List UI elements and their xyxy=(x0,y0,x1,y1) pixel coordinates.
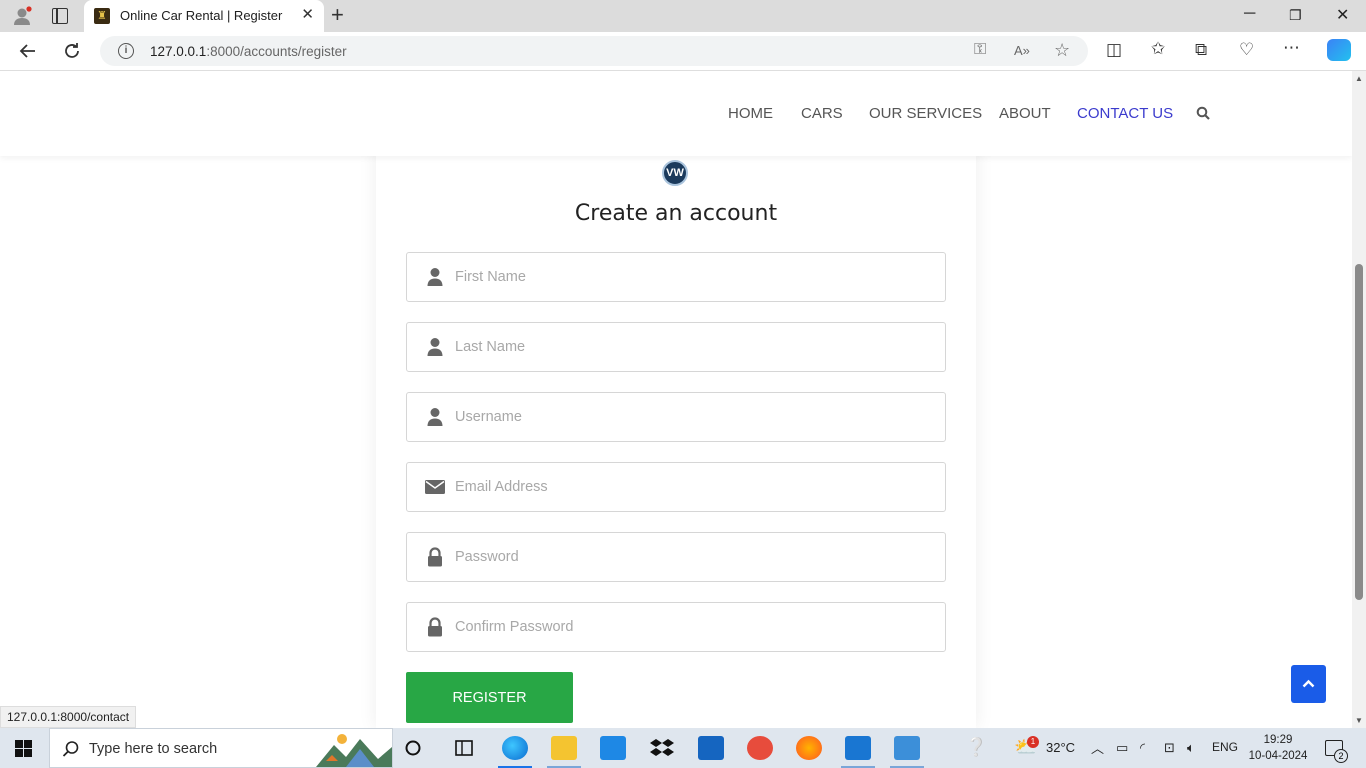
refresh-icon[interactable] xyxy=(62,41,82,61)
firefox-icon[interactable] xyxy=(796,736,822,760)
temperature-text[interactable]: 32°C xyxy=(1046,740,1075,755)
device-icon[interactable]: ⊡ xyxy=(1164,740,1175,756)
dropbox-icon[interactable] xyxy=(649,736,675,760)
envelope-icon xyxy=(425,480,445,494)
form-title: Create an account xyxy=(574,201,778,226)
read-aloud-icon[interactable]: A» xyxy=(1014,43,1030,58)
nav-our-services[interactable]: OUR SERVICES xyxy=(869,105,982,122)
nav-home[interactable]: HOME xyxy=(728,105,773,122)
browser-essentials-icon[interactable]: ♡ xyxy=(1239,40,1254,60)
page-viewport: HOME CARS OUR SERVICES ABOUT CONTACT US … xyxy=(0,71,1352,728)
brand-logo: VW xyxy=(662,160,688,186)
site-favicon-icon: ♜ xyxy=(94,8,110,24)
chevron-up-icon[interactable]: ︿ xyxy=(1091,738,1104,757)
user-icon xyxy=(427,268,443,286)
favorite-star-icon[interactable]: ☆ xyxy=(1054,40,1070,61)
edge-app-icon[interactable] xyxy=(502,736,528,760)
url-text[interactable]: 127.0.0.1:8000/accounts/register xyxy=(150,44,347,59)
window-close-icon[interactable]: ✕ xyxy=(1336,5,1349,25)
email-field[interactable] xyxy=(406,462,946,512)
lock-icon xyxy=(428,617,442,637)
browser-tab-bar: ♜ Online Car Rental | Register ✕ + ─ ❐ ✕ xyxy=(0,0,1366,32)
cortana-icon[interactable] xyxy=(404,739,422,757)
page-scrollbar[interactable]: ▲ ▼ xyxy=(1352,71,1366,728)
more-menu-icon[interactable]: ⋯ xyxy=(1283,38,1300,58)
help-icon[interactable]: ❔ xyxy=(965,737,987,758)
battery-icon[interactable]: ▭ xyxy=(1116,740,1128,756)
profile-icon[interactable] xyxy=(12,6,32,26)
last-name-field[interactable] xyxy=(406,322,946,372)
scroll-up-icon[interactable]: ▲ xyxy=(1355,74,1363,83)
search-icon xyxy=(62,741,79,757)
new-tab-button[interactable]: + xyxy=(331,3,344,27)
copilot-icon[interactable] xyxy=(1327,39,1351,61)
address-toolbar: i 127.0.0.1:8000/accounts/register ⚿ A» … xyxy=(0,32,1366,71)
taskbar-search-box[interactable]: Type here to search xyxy=(49,728,393,768)
clock-time: 19:29 xyxy=(1263,734,1293,746)
collections-icon[interactable]: ⧉ xyxy=(1195,40,1207,60)
clock-date: 10-04-2024 xyxy=(1248,750,1308,762)
notification-count-badge: 2 xyxy=(1334,749,1348,763)
vscode-icon[interactable] xyxy=(845,736,871,760)
password-input[interactable] xyxy=(455,533,935,581)
volume-icon[interactable]: 🔈︎ xyxy=(1187,740,1195,756)
wps-office-icon[interactable] xyxy=(747,736,773,760)
myhp-icon[interactable] xyxy=(698,736,724,760)
search-icon[interactable] xyxy=(1196,106,1210,120)
task-view-icon[interactable] xyxy=(454,739,474,757)
nav-cars[interactable]: CARS xyxy=(801,105,843,122)
split-screen-icon[interactable]: ◫ xyxy=(1106,40,1122,60)
tab-actions-icon[interactable] xyxy=(52,8,68,24)
chevron-up-icon xyxy=(1302,679,1315,688)
url-bar[interactable]: i 127.0.0.1:8000/accounts/register ⚿ A» … xyxy=(100,36,1088,66)
tab-close-icon[interactable]: ✕ xyxy=(301,7,314,23)
weather-badge: 1 xyxy=(1027,736,1039,748)
back-icon[interactable] xyxy=(18,41,38,61)
first-name-input[interactable] xyxy=(455,253,935,301)
username-input[interactable] xyxy=(455,393,935,441)
taskbar-clock[interactable]: 19:29 10-04-2024 xyxy=(1247,732,1309,764)
site-info-icon[interactable]: i xyxy=(118,43,134,59)
restore-icon[interactable]: ❐ xyxy=(1289,7,1302,24)
search-highlight-illustration xyxy=(316,734,392,767)
windows-taskbar: Type here to search ❔ ⛅ 1 32°C ︿ ▭ ◜ ⊡ 🔈… xyxy=(0,728,1366,768)
windows-start-icon[interactable] xyxy=(15,740,32,757)
nav-about[interactable]: ABOUT xyxy=(999,105,1051,122)
status-bar-url: 127.0.0.1:8000/contact xyxy=(0,706,137,728)
scroll-thumb[interactable] xyxy=(1355,264,1363,600)
register-button[interactable]: REGISTER xyxy=(406,672,573,723)
user-icon xyxy=(427,408,443,426)
email-input[interactable] xyxy=(455,463,935,511)
taskbar-search-placeholder: Type here to search xyxy=(89,741,218,757)
back-to-top-button[interactable] xyxy=(1291,665,1326,703)
site-header: HOME CARS OUR SERVICES ABOUT CONTACT US xyxy=(0,71,1352,156)
nav-contact-us[interactable]: CONTACT US xyxy=(1077,105,1173,122)
minimize-icon[interactable]: ─ xyxy=(1244,5,1255,23)
scroll-down-icon[interactable]: ▼ xyxy=(1355,716,1363,725)
wifi-icon[interactable]: ◜ xyxy=(1140,740,1145,756)
username-field[interactable] xyxy=(406,392,946,442)
last-name-input[interactable] xyxy=(455,323,935,371)
photos-app-icon[interactable] xyxy=(894,736,920,760)
confirm-password-field[interactable] xyxy=(406,602,946,652)
mail-app-icon[interactable] xyxy=(600,736,626,760)
favorites-icon[interactable]: ✩ xyxy=(1151,39,1165,59)
confirm-password-input[interactable] xyxy=(455,603,935,651)
language-indicator[interactable]: ENG xyxy=(1212,740,1238,754)
file-explorer-icon[interactable] xyxy=(551,736,577,760)
password-field[interactable] xyxy=(406,532,946,582)
user-icon xyxy=(427,338,443,356)
first-name-field[interactable] xyxy=(406,252,946,302)
key-icon[interactable]: ⚿ xyxy=(974,41,986,59)
browser-tab-active[interactable]: ♜ Online Car Rental | Register ✕ xyxy=(84,0,324,32)
tab-title: Online Car Rental | Register xyxy=(120,8,283,23)
lock-icon xyxy=(428,547,442,567)
